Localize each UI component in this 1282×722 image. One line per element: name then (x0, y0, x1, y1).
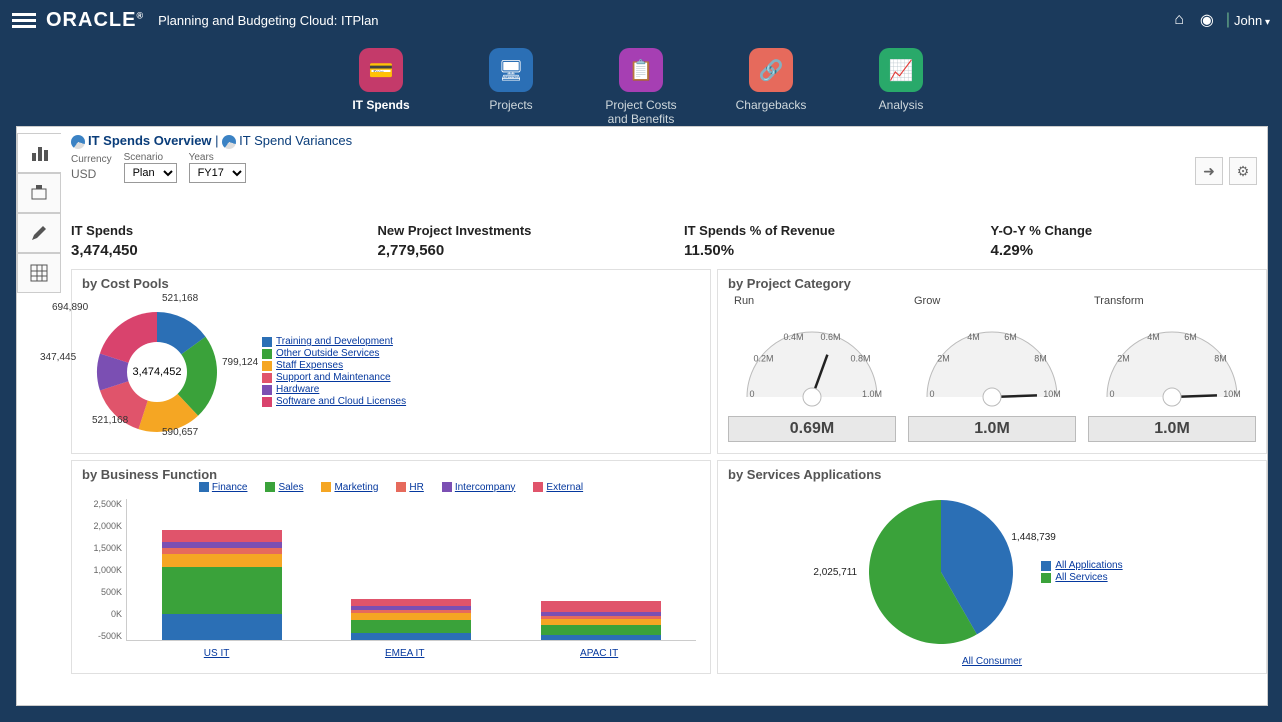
settings-button[interactable]: ⚙ (1229, 157, 1257, 185)
svg-text:6M: 6M (1184, 331, 1197, 341)
kpi: Y-O-Y % Change4.29% (991, 223, 1258, 259)
breadcrumb: IT Spends Overview | IT Spend Variances (71, 133, 1257, 149)
svg-text:10M: 10M (1223, 389, 1241, 399)
crumb-icon (222, 135, 236, 149)
menu-icon[interactable] (12, 10, 36, 31)
section-project-category: by Project Category Run 00.2M0.4M0.6M0.8… (717, 269, 1267, 454)
user-menu[interactable]: John (1234, 13, 1270, 28)
svg-text:0: 0 (749, 389, 754, 399)
svg-text:4M: 4M (1147, 331, 1160, 341)
gauge: Transform 02M4M6M8M10M 1.0M (1088, 295, 1256, 442)
svg-text:4M: 4M (967, 331, 980, 341)
nav-tile[interactable]: 🖥Projects (466, 48, 556, 126)
brand-logo: ORACLE® (46, 9, 144, 32)
sidetab-entity[interactable] (17, 173, 61, 213)
svg-text:0.4M: 0.4M (783, 331, 803, 341)
svg-text:0: 0 (1109, 389, 1114, 399)
crumb-icon (71, 135, 85, 149)
svg-text:0.6M: 0.6M (821, 331, 841, 341)
section-services-apps: by Services Applications 1,448,739 2,025… (717, 460, 1267, 674)
section-cost-pools: by Cost Pools 3,474,452 521,168 799,124 … (71, 269, 711, 454)
nav-tile[interactable]: 💳IT Spends (336, 48, 426, 126)
currency-value: USD (71, 165, 112, 183)
nav-tile[interactable]: 🔗Chargebacks (726, 48, 816, 126)
app-title: Planning and Budgeting Cloud: ITPlan (158, 13, 378, 28)
section-business-function: by Business Function FinanceSalesMarketi… (71, 460, 711, 674)
nav-tile[interactable]: 📋Project Costs and Benefits (596, 48, 686, 126)
go-button[interactable]: ➜ (1195, 157, 1223, 185)
sidetab-edit[interactable] (17, 213, 61, 253)
sidetab-dashboard[interactable] (17, 133, 61, 173)
svg-text:2M: 2M (1117, 353, 1130, 363)
all-consumer-link[interactable]: All Consumer (962, 656, 1022, 667)
svg-text:6M: 6M (1004, 331, 1017, 341)
gauge: Grow 02M4M6M8M10M 1.0M (908, 295, 1076, 442)
kpi: IT Spends3,474,450 (71, 223, 338, 259)
svg-text:8M: 8M (1034, 353, 1047, 363)
pie-chart (861, 492, 1021, 652)
nav-tile[interactable]: 📈Analysis (856, 48, 946, 126)
svg-text:8M: 8M (1214, 353, 1227, 363)
svg-text:1.0M: 1.0M (862, 389, 882, 399)
sidetab-grid[interactable] (17, 253, 61, 293)
home-icon[interactable]: ⌂ (1174, 11, 1184, 29)
svg-text:10M: 10M (1043, 389, 1061, 399)
svg-text:0: 0 (929, 389, 934, 399)
years-select[interactable]: FY17 (189, 163, 246, 183)
kpi: New Project Investments2,779,560 (378, 223, 645, 259)
svg-text:2M: 2M (937, 353, 950, 363)
svg-text:0.8M: 0.8M (851, 353, 871, 363)
gauge: Run 00.2M0.4M0.6M0.8M1.0M 0.69M (728, 295, 896, 442)
svg-text:0.2M: 0.2M (753, 353, 773, 363)
kpi: IT Spends % of Revenue11.50% (684, 223, 951, 259)
scenario-select[interactable]: Plan (124, 163, 177, 183)
accessibility-icon[interactable]: ◉ (1200, 10, 1214, 30)
